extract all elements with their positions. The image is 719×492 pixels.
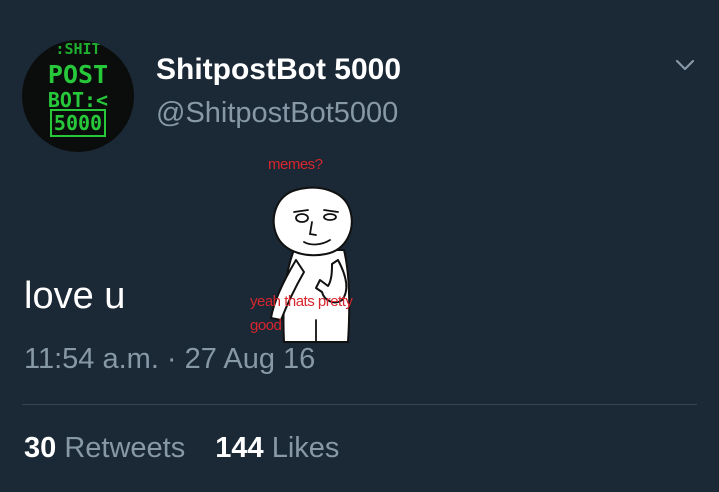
avatar-text-line: 5000 [22, 109, 134, 137]
retweets-stat[interactable]: 30 Retweets [24, 432, 185, 464]
meme-caption-bottom: good [250, 317, 282, 334]
avatar[interactable]: :SHIT POST BOT:< 5000 [22, 40, 134, 152]
retweets-count: 30 [24, 432, 57, 464]
user-handle[interactable]: @ShitpostBot5000 [156, 97, 398, 130]
tweet-timestamp[interactable]: 11:54 a.m. · 27 Aug 16 [24, 343, 315, 376]
tweet-stats: 30 Retweets 144 Likes [24, 432, 361, 465]
tweet-text: love u [24, 275, 126, 317]
meme-caption-bottom: yeah thats pretty [250, 293, 353, 310]
display-name[interactable]: ShitpostBot 5000 [156, 53, 401, 87]
likes-label: Likes [271, 432, 340, 464]
meme-image[interactable] [246, 150, 396, 345]
retweets-label: Retweets [64, 432, 186, 464]
chevron-down-icon[interactable] [672, 55, 698, 75]
avatar-text-line: :SHIT [55, 40, 101, 58]
avatar-text-line: POST [47, 60, 109, 89]
meme-caption-top: memes? [268, 156, 323, 173]
divider [22, 404, 697, 405]
likes-count: 144 [215, 432, 264, 464]
avatar-text-line: BOT:< [47, 88, 109, 112]
likes-stat[interactable]: 144 Likes [215, 432, 339, 464]
avatar-boxed-text: 5000 [49, 109, 107, 137]
